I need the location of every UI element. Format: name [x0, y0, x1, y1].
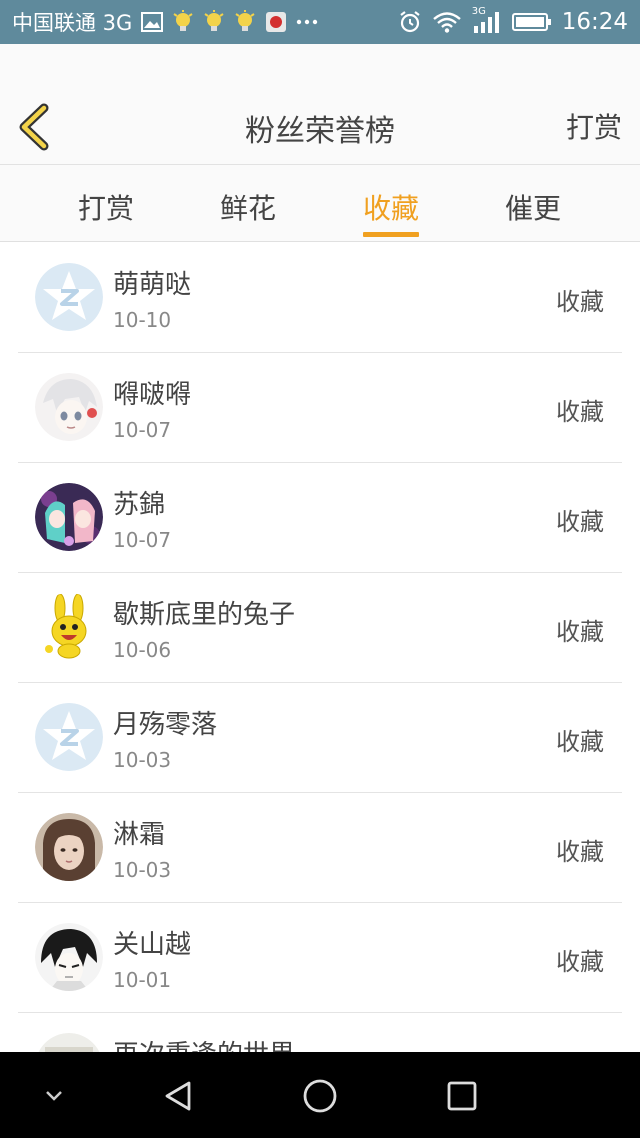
home-circle-icon — [303, 1079, 337, 1113]
partial-avatar-icon — [38, 1033, 100, 1052]
anime-twins-avatar-icon — [35, 483, 103, 551]
fan-action: 收藏 — [556, 728, 604, 756]
list-item[interactable]: 关山越 10-01 收藏 — [18, 902, 622, 1013]
fan-name: 嘚啵嘚 — [113, 380, 192, 410]
active-tab-indicator — [363, 232, 419, 237]
home-nav-button[interactable] — [298, 1074, 342, 1118]
avatar[interactable] — [35, 373, 103, 441]
app-header: 粉丝荣誉榜 打赏 — [0, 44, 640, 165]
fan-date: 10-07 — [113, 418, 172, 442]
fan-date: 10-06 — [113, 638, 172, 662]
back-triangle-icon — [165, 1081, 191, 1111]
back-nav-button[interactable] — [156, 1074, 200, 1118]
anime-white-hair-avatar-icon — [35, 373, 103, 441]
wifi-icon — [432, 11, 462, 33]
battery-icon — [511, 12, 552, 32]
list-item[interactable]: 嘚啵嘚 10-07 收藏 — [18, 352, 622, 463]
avatar[interactable] — [35, 1033, 103, 1052]
alarm-icon — [398, 10, 422, 34]
recents-nav-button[interactable] — [440, 1074, 484, 1118]
bulb-icon — [234, 10, 256, 34]
recents-square-icon — [447, 1081, 477, 1111]
tab-favorites[interactable]: 收藏 — [351, 187, 431, 227]
fan-date: 10-07 — [113, 528, 172, 552]
list-item[interactable]: 再次重逢的世界 — [18, 1012, 622, 1052]
default-qz-avatar-icon — [35, 703, 103, 771]
fan-action: 收藏 — [556, 948, 604, 976]
reward-button[interactable]: 打赏 — [566, 106, 622, 146]
fan-date: 10-03 — [113, 858, 172, 882]
fan-date: 10-03 — [113, 748, 172, 772]
chevron-down-icon — [46, 1091, 62, 1101]
fan-name: 苏錦 — [113, 490, 166, 520]
girl-photo-avatar-icon — [35, 813, 103, 881]
avatar[interactable] — [35, 483, 103, 551]
page-title: 粉丝荣誉榜 — [245, 114, 395, 149]
list-item[interactable]: 淋霜 10-03 收藏 — [18, 792, 622, 903]
bulb-icon — [203, 10, 225, 34]
list-item[interactable]: 歇斯底里的兔子 10-06 收藏 — [18, 572, 622, 683]
yellow-rabbit-avatar-icon — [35, 593, 103, 661]
more-dots-icon — [296, 19, 318, 25]
tab-flowers[interactable]: 鲜花 — [208, 187, 288, 227]
fan-name: 歇斯底里的兔子 — [113, 600, 296, 630]
fan-list[interactable]: 萌萌哒 10-10 收藏 嘚啵嘚 10-07 收藏 苏錦 10-07 收藏 歇斯… — [0, 242, 640, 1052]
fan-name: 萌萌哒 — [113, 270, 192, 300]
network-type-label: 3G — [471, 6, 486, 17]
tab-reward[interactable]: 打赏 — [66, 187, 146, 227]
avatar[interactable] — [35, 923, 103, 991]
fan-action: 收藏 — [556, 288, 604, 316]
fan-action: 收藏 — [556, 618, 604, 646]
fan-action: 收藏 — [556, 838, 604, 866]
tab-bar: 打赏 鲜花 收藏 催更 — [0, 165, 640, 242]
fan-action: 收藏 — [556, 508, 604, 536]
list-item[interactable]: 苏錦 10-07 收藏 — [18, 462, 622, 573]
fan-name: 月殇零落 — [113, 710, 218, 740]
clock: 16:24 — [561, 9, 628, 35]
list-item[interactable]: 萌萌哒 10-10 收藏 — [18, 242, 622, 353]
avatar[interactable] — [35, 263, 103, 331]
status-bar: 中国联通 3G 3G 16:24 — [0, 0, 640, 44]
list-item[interactable]: 月殇零落 10-03 收藏 — [18, 682, 622, 793]
anime-black-hair-avatar-icon — [35, 923, 103, 991]
fan-name: 再次重逢的世界 — [113, 1034, 295, 1052]
signal-icon: 3G — [472, 6, 502, 34]
huawei-app-icon — [265, 11, 287, 33]
tab-urge-update[interactable]: 催更 — [493, 187, 573, 227]
default-qz-avatar-icon — [35, 263, 103, 331]
avatar[interactable] — [35, 703, 103, 771]
navigation-bar — [0, 1052, 640, 1138]
avatar[interactable] — [35, 813, 103, 881]
fan-action: 收藏 — [556, 398, 604, 426]
hide-nav-button[interactable] — [32, 1074, 76, 1118]
fan-date: 10-01 — [113, 968, 172, 992]
fan-name: 淋霜 — [113, 820, 166, 850]
image-icon — [141, 12, 164, 32]
bulb-icon — [172, 10, 194, 34]
avatar[interactable] — [35, 593, 103, 661]
carrier-label: 中国联通 3G — [12, 11, 133, 35]
fan-name: 关山越 — [113, 930, 192, 960]
fan-date: 10-10 — [113, 308, 172, 332]
